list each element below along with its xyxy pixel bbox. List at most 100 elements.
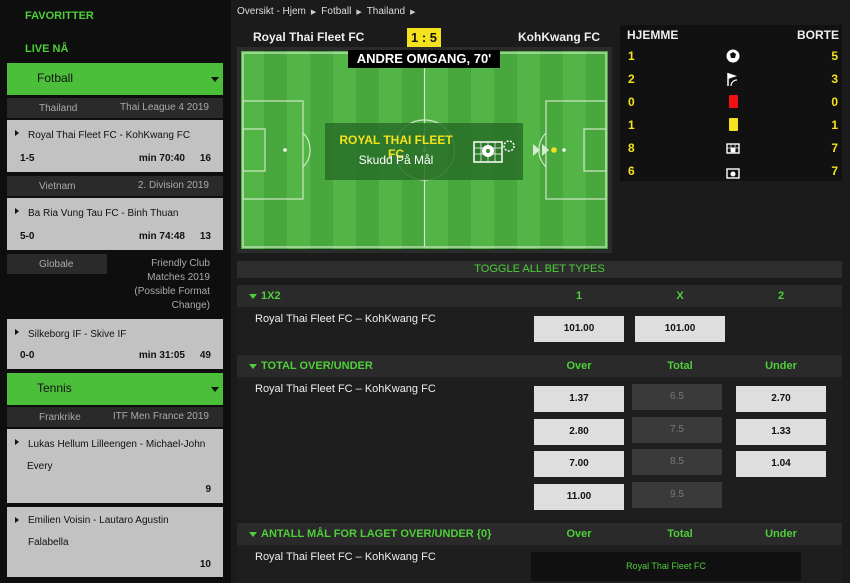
column-header: Under (765, 360, 797, 372)
stat-home-value: 8 (628, 141, 635, 155)
market-count: 13 (199, 231, 211, 242)
home-team-name: Royal Thai Fleet FC (253, 30, 365, 44)
category-globale[interactable]: Globale (7, 254, 107, 274)
column-header: Over (566, 360, 592, 372)
team-selector[interactable]: Royal Thai Fleet FC (531, 552, 801, 581)
category-league: ITF Men France 2019 (112, 411, 209, 422)
breadcrumb-separator-icon: ▶ (410, 9, 416, 16)
chevron-down-icon (211, 387, 219, 392)
category-frankrike[interactable]: Frankrike ITF Men France 2019 (7, 407, 223, 427)
stat-home-value: 1 (628, 49, 635, 63)
stat-row-shots-on-goal: 8 7 (620, 137, 842, 159)
market-name: TOTAL OVER/UNDER (261, 360, 373, 372)
yellow-card-icon (729, 118, 738, 131)
chevron-down-icon (211, 77, 219, 82)
stat-home-value: 6 (628, 164, 635, 178)
match-title: Emilien Voisin - Lautaro Agustin Falabel… (28, 510, 215, 554)
sport-tennis[interactable]: Tennis (7, 373, 223, 405)
live-event-box: ROYAL THAI FLEET FC Skudd På Mål (325, 123, 523, 180)
live-heading[interactable]: LIVE NÅ (25, 43, 68, 55)
caret-right-icon (15, 130, 19, 136)
odds-button-draw[interactable]: 101.00 (635, 316, 725, 342)
event-name: Royal Thai Fleet FC – KohKwang FC (255, 551, 436, 563)
column-header: Total (667, 360, 693, 372)
market-header-1x2[interactable]: 1X2 1 X 2 (237, 285, 842, 307)
scoreboard: 1 : 5 (407, 28, 441, 47)
market-count: 49 (199, 350, 211, 361)
event-description: Skudd På Mål (358, 153, 434, 167)
stat-home-value: 2 (628, 72, 635, 86)
odds-button-over[interactable]: 7.00 (534, 451, 624, 477)
stat-away-value: 3 (831, 72, 838, 86)
match-item[interactable]: Ba Ria Vung Tau FC - Binh Thuan 5-0 min … (7, 198, 223, 250)
stats-away-label: BORTE (797, 28, 839, 42)
shot-on-goal-icon (473, 140, 515, 163)
market-body-total: Royal Thai Fleet FC – KohKwang FC 1.37 6… (237, 377, 842, 520)
caret-right-icon (15, 439, 19, 445)
league-line: (Possible Format (134, 286, 210, 297)
match-item[interactable]: Royal Thai Fleet FC - KohKwang FC 1-5 mi… (7, 120, 223, 172)
match-item[interactable]: Emilien Voisin - Lautaro Agustin Falabel… (7, 507, 223, 577)
market-count: 10 (199, 559, 211, 570)
market-body-1x2: Royal Thai Fleet FC – KohKwang FC 101.00… (237, 307, 842, 354)
market-header-total[interactable]: TOTAL OVER/UNDER Over Total Under (237, 355, 842, 377)
breadcrumb-thailand[interactable]: Thailand (367, 6, 405, 17)
match-title: Ba Ria Vung Tau FC - Binh Thuan (28, 208, 179, 219)
odds-button-under[interactable]: 1.33 (736, 419, 826, 445)
caret-right-icon (15, 517, 19, 523)
ball-position (551, 147, 557, 153)
market-count: 9 (205, 484, 211, 495)
stats-home-label: HJEMME (627, 28, 679, 42)
match-title-line: Lukas Hellum Lilleengen - Michael-John (28, 439, 206, 450)
toggle-all-bet-types[interactable]: TOGGLE ALL BET TYPES (237, 261, 842, 278)
stat-row-goals: 1 5 (620, 45, 842, 67)
odds-button-under[interactable]: 1.04 (736, 451, 826, 477)
column-header: 2 (777, 290, 785, 302)
corner-flag-icon (727, 73, 738, 87)
stat-home-value: 0 (628, 95, 635, 109)
match-stats: HJEMME BORTE 1 5 2 3 0 0 1 1 8 7 6 7 (620, 25, 842, 181)
category-league: Thai League 4 2019 (120, 102, 209, 113)
stat-row-shots-off-goal: 6 7 (620, 160, 842, 179)
favorites-heading[interactable]: FAVORITTER (25, 10, 94, 22)
breadcrumb-football[interactable]: Fotball (321, 6, 351, 17)
shots-on-goal-icon (726, 143, 740, 154)
chevron-down-icon (249, 532, 257, 537)
match-title: Lukas Hellum Lilleengen - Michael-John E… (27, 434, 215, 478)
market-header-team-goals[interactable]: ANTALL MÅL FOR LAGET OVER/UNDER {0} Over… (237, 523, 842, 545)
match-score: 1-5 (20, 153, 35, 164)
goal-ball-icon (725, 48, 741, 64)
category-country: Frankrike (39, 412, 81, 423)
category-country: Thailand (39, 103, 78, 114)
league-line: Change) (171, 300, 210, 311)
match-item[interactable]: Lukas Hellum Lilleengen - Michael-John E… (7, 429, 223, 503)
odds-button-over[interactable]: 2.80 (534, 419, 624, 445)
column-header: Total (667, 528, 693, 540)
market-name: 1X2 (261, 290, 281, 302)
odds-button-home[interactable]: 101.00 (534, 316, 624, 342)
market-name: ANTALL MÅL FOR LAGET OVER/UNDER {0} (261, 528, 492, 540)
odds-button-over[interactable]: 11.00 (534, 484, 624, 510)
sport-football[interactable]: Fotball (7, 63, 223, 95)
odds-button-under[interactable]: 2.70 (736, 386, 826, 412)
breadcrumb-home[interactable]: Oversikt - Hjem (237, 6, 306, 17)
column-header: Under (765, 528, 797, 540)
stat-row-corners: 2 3 (620, 68, 842, 90)
total-line: 9.5 (632, 482, 722, 508)
match-period: ANDRE OMGANG, 70' (348, 50, 500, 68)
match-item[interactable]: Silkeborg IF - Skive IF 0-0 min 31:05 49 (7, 319, 223, 369)
match-minute: min 31:05 (138, 350, 185, 361)
match-score: 0-0 (20, 350, 35, 361)
category-league[interactable]: Friendly Club Matches 2019 (Possible For… (120, 257, 210, 313)
total-line: 7.5 (632, 417, 722, 443)
caret-right-icon (15, 329, 19, 335)
column-header: 1 (575, 290, 583, 302)
market-count: 16 (199, 153, 211, 164)
category-thailand[interactable]: Thailand Thai League 4 2019 (7, 98, 223, 118)
stat-away-value: 5 (831, 49, 838, 63)
match-title: Silkeborg IF - Skive IF (28, 329, 127, 340)
odds-button-over[interactable]: 1.37 (534, 386, 624, 412)
match-title-line: Emilien Voisin - Lautaro Agustin (28, 515, 169, 526)
match-score: 5-0 (20, 231, 35, 242)
category-vietnam[interactable]: Vietnam 2. Division 2019 (7, 176, 223, 196)
